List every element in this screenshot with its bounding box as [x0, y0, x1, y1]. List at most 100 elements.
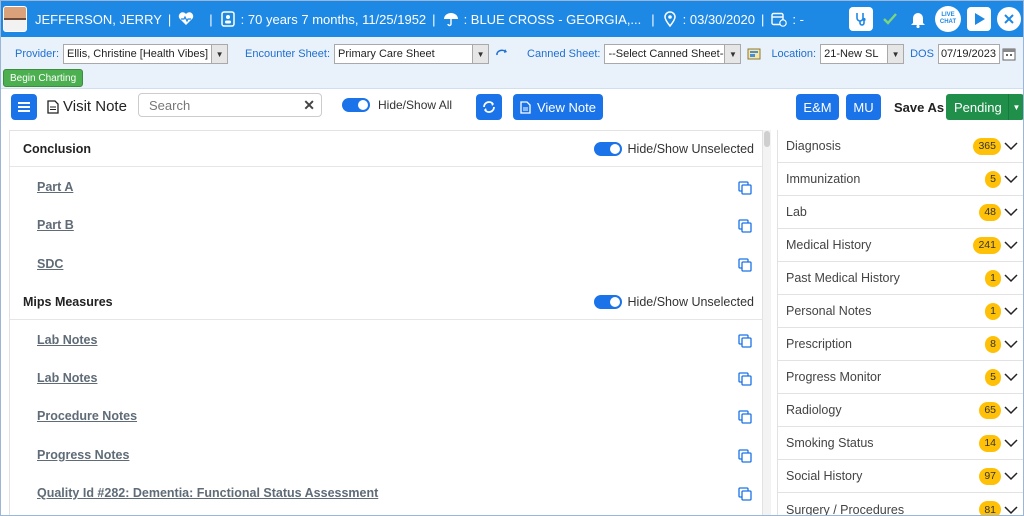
category-item-personal-notes[interactable]: Personal Notes 1: [778, 295, 1023, 328]
patient-name[interactable]: JEFFERSON, JERRY: [35, 12, 162, 27]
toggle-switch-icon[interactable]: [342, 98, 370, 112]
live-chat-button[interactable]: LIVE CHAT: [935, 6, 961, 32]
copy-icon[interactable]: [738, 487, 752, 501]
chevron-down-icon[interactable]: ▼: [724, 45, 741, 63]
category-item-diagnosis[interactable]: Diagnosis 365: [778, 130, 1023, 163]
menu-button[interactable]: [11, 94, 37, 120]
chevron-down-icon[interactable]: [1004, 403, 1018, 417]
save-as-label: Save As: [894, 100, 945, 115]
encounter-sheet-select[interactable]: Primary Care Sheet ▼: [334, 44, 490, 64]
count-badge: 1: [985, 269, 1001, 287]
location-select[interactable]: 21-New SL ▼: [820, 44, 905, 64]
toggle-label: Hide/Show Unselected: [627, 141, 754, 156]
chevron-down-icon[interactable]: [1004, 139, 1018, 153]
patient-age-dob: : 70 years 7 months, 11/25/1952: [240, 11, 427, 27]
id-card-icon: [219, 10, 237, 28]
patient-avatar[interactable]: [3, 6, 27, 32]
chevron-down-icon[interactable]: ▼: [472, 45, 489, 63]
checkmark-icon[interactable]: [879, 8, 901, 30]
chevron-down-icon[interactable]: [1004, 205, 1018, 219]
search-input[interactable]: Search ✕: [138, 93, 322, 117]
category-label: Progress Monitor: [786, 370, 882, 384]
list-item[interactable]: Part A: [37, 180, 73, 194]
chevron-down-icon[interactable]: [1004, 337, 1018, 351]
patient-insurance: : BLUE CROSS - GEORGIA,...: [463, 11, 642, 27]
chevron-down-icon[interactable]: [1004, 271, 1018, 285]
list-item[interactable]: Procedure Notes: [37, 409, 137, 423]
reload-icon[interactable]: [495, 47, 509, 61]
category-item-medical-history[interactable]: Medical History 241: [778, 229, 1023, 262]
category-item-prescription[interactable]: Prescription 8: [778, 328, 1023, 361]
refresh-button[interactable]: [476, 94, 502, 120]
document-icon: [520, 100, 531, 114]
category-item-progress-monitor[interactable]: Progress Monitor 5: [778, 361, 1023, 394]
status-select[interactable]: Pending ▼: [946, 94, 1023, 120]
chevron-down-icon[interactable]: ▼: [887, 45, 904, 63]
list-item[interactable]: Lab Notes: [37, 333, 97, 347]
chevron-down-icon[interactable]: [1004, 304, 1018, 318]
chevron-down-icon[interactable]: [1004, 238, 1018, 252]
list-item[interactable]: SDC: [37, 257, 63, 271]
copy-icon[interactable]: [738, 219, 752, 233]
calendar-icon[interactable]: [1002, 46, 1016, 62]
copy-icon[interactable]: [738, 181, 752, 195]
sheet-preview-icon[interactable]: [747, 47, 761, 61]
chevron-down-icon[interactable]: [1004, 172, 1018, 186]
category-label: Personal Notes: [786, 304, 872, 318]
hide-show-unselected-toggle[interactable]: Hide/Show Unselected: [593, 141, 754, 156]
scrollbar-track[interactable]: [763, 130, 771, 515]
hide-show-unselected-toggle[interactable]: Hide/Show Unselected: [593, 294, 754, 309]
appointment-date: : 03/30/2020: [682, 11, 755, 27]
copy-icon[interactable]: [738, 410, 752, 424]
copy-icon[interactable]: [738, 334, 752, 348]
category-item-surgery-procedures[interactable]: Surgery / Procedures 81: [778, 493, 1023, 516]
count-badge: 97: [979, 467, 1001, 485]
category-item-lab[interactable]: Lab 48: [778, 196, 1023, 229]
copy-icon[interactable]: [738, 258, 752, 272]
bell-icon[interactable]: [907, 8, 929, 30]
view-note-label: View Note: [536, 99, 596, 115]
hide-show-all-toggle[interactable]: Hide/Show All: [342, 98, 452, 112]
category-item-smoking-status[interactable]: Smoking Status 14: [778, 427, 1023, 460]
encounter-sheet-label: Encounter Sheet:: [245, 48, 331, 60]
category-item-past-medical-history[interactable]: Past Medical History 1: [778, 262, 1023, 295]
count-badge: 1: [985, 302, 1001, 320]
list-item[interactable]: Quality Id #282: Dementia: Functional St…: [37, 486, 378, 500]
category-label: Past Medical History: [786, 271, 900, 285]
category-list: Diagnosis 365 Immunization 5 Lab 48 Medi…: [777, 130, 1023, 516]
chevron-down-icon[interactable]: [1004, 469, 1018, 483]
begin-charting-button[interactable]: Begin Charting: [3, 69, 84, 87]
clear-icon[interactable]: ✕: [303, 97, 315, 114]
category-label: Prescription: [786, 337, 852, 351]
dos-input[interactable]: 07/19/2023: [937, 44, 1000, 64]
chevron-down-icon[interactable]: [1004, 503, 1018, 516]
count-badge: 81: [979, 501, 1001, 515]
list-item[interactable]: Progress Notes: [37, 448, 129, 462]
category-item-immunization[interactable]: Immunization 5: [778, 163, 1023, 196]
category-item-social-history[interactable]: Social History 97: [778, 460, 1023, 493]
play-icon[interactable]: [967, 7, 991, 31]
stethoscope-icon[interactable]: [849, 7, 873, 31]
separator: |: [651, 11, 655, 27]
toggle-switch-icon[interactable]: [593, 294, 622, 309]
caret-down-icon[interactable]: ▼: [1008, 94, 1023, 120]
list-item[interactable]: Lab Notes: [37, 371, 97, 385]
heart-pulse-icon[interactable]: [177, 10, 195, 28]
dos-value: 07/19/2023: [940, 48, 996, 60]
mu-button[interactable]: MU: [846, 94, 881, 120]
list-item[interactable]: Part B: [37, 218, 74, 232]
copy-icon[interactable]: [738, 372, 752, 386]
provider-select[interactable]: Ellis, Christine [Health Vibes] ▼: [63, 44, 229, 64]
canned-sheet-select[interactable]: --Select Canned Sheet-- ▼: [604, 44, 742, 64]
copy-icon[interactable]: [738, 449, 752, 463]
chevron-down-icon[interactable]: [1004, 370, 1018, 384]
scrollbar-thumb[interactable]: [764, 131, 770, 147]
toggle-switch-icon[interactable]: [593, 141, 622, 156]
view-note-button[interactable]: View Note: [513, 94, 603, 120]
chevron-down-icon[interactable]: ▼: [211, 45, 228, 63]
category-item-radiology[interactable]: Radiology 65: [778, 394, 1023, 427]
em-button[interactable]: E&M: [796, 94, 839, 120]
close-icon[interactable]: [997, 7, 1021, 31]
section-header-conclusion: Conclusion Hide/Show Unselected: [10, 131, 762, 167]
chevron-down-icon[interactable]: [1004, 436, 1018, 450]
